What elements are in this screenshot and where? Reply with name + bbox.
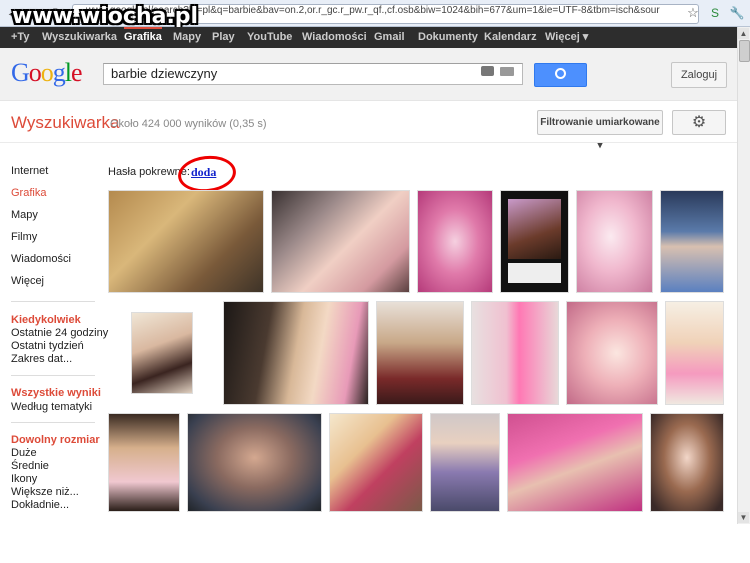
result-stats: Około 424 000 wyników (0,35 s) [110, 118, 267, 130]
size-filter-icon[interactable]: Ikony [11, 473, 37, 485]
image-thumbnail[interactable] [576, 190, 653, 293]
google-logo[interactable]: Google [11, 58, 83, 88]
settings-button[interactable]: ⚙ [672, 110, 726, 135]
time-filter-range[interactable]: Zakres dat... [11, 353, 72, 365]
image-thumbnail[interactable] [223, 301, 369, 405]
image-thumbnail[interactable] [187, 413, 322, 512]
sidebar-item-news[interactable]: Wiadomości [11, 253, 71, 265]
scrollbar[interactable] [737, 27, 750, 524]
wiocha-watermark: www.wiocha.pl [12, 4, 199, 29]
image-thumbnail[interactable] [131, 312, 193, 394]
image-thumbnail[interactable] [471, 301, 559, 405]
scroll-down-icon[interactable]: ▼ [738, 512, 749, 523]
image-thumbnail[interactable] [108, 413, 180, 512]
gbar-item-docs[interactable]: Dokumenty [418, 27, 478, 48]
time-filter-24h[interactable]: Ostatnie 24 godziny [11, 327, 108, 339]
gbar-item-youtube[interactable]: YouTube [247, 27, 292, 48]
image-thumbnail[interactable] [430, 413, 500, 512]
gbar-item-maps[interactable]: Mapy [173, 27, 201, 48]
image-thumbnail[interactable] [660, 190, 724, 293]
size-filter-exact[interactable]: Dokładnie... [11, 499, 69, 511]
keyboard-icon[interactable] [500, 67, 514, 76]
image-thumbnail[interactable] [650, 413, 724, 512]
image-thumbnail[interactable] [500, 190, 569, 293]
skype-icon[interactable]: S [705, 3, 725, 23]
sidebar-item-web[interactable]: Internet [11, 165, 48, 177]
image-thumbnail[interactable] [417, 190, 493, 293]
divider [0, 142, 737, 143]
sidebar-item-videos[interactable]: Filmy [11, 231, 37, 243]
gbar-item-images[interactable]: Grafika [124, 27, 162, 48]
time-filter-week[interactable]: Ostatni tydzień [11, 340, 84, 352]
size-filter-heading[interactable]: Dowolny rozmiar [11, 434, 100, 446]
size-filter-large[interactable]: Duże [11, 447, 37, 459]
gbar-item-news[interactable]: Wiadomości [302, 27, 367, 48]
gbar-item-calendar[interactable]: Kalendarz [484, 27, 537, 48]
size-filter-larger-than[interactable]: Większe niż... [11, 486, 79, 498]
gbar-item-plus[interactable]: +Ty [11, 27, 29, 48]
scroll-up-icon[interactable]: ▲ [738, 28, 749, 39]
image-thumbnail[interactable] [507, 413, 643, 512]
sidebar-item-more[interactable]: Więcej [11, 275, 44, 287]
sidebar-item-maps[interactable]: Mapy [11, 209, 38, 221]
magnifier-icon [555, 68, 566, 79]
time-filter-heading[interactable]: Kiedykolwiek [11, 314, 81, 326]
red-circle-annotation [176, 153, 238, 195]
sidebar-divider [11, 422, 95, 423]
size-filter-medium[interactable]: Średnie [11, 460, 49, 472]
search-input[interactable]: barbie dziewczyny [111, 66, 217, 81]
gbar-item-more[interactable]: Więcej ▾ [545, 27, 588, 48]
gbar-item-search[interactable]: Wyszukiwarka [42, 27, 117, 48]
image-thumbnail[interactable] [108, 190, 264, 293]
image-thumbnail[interactable] [665, 301, 724, 405]
results-filter-topic[interactable]: Według tematyki [11, 401, 92, 413]
scroll-thumb[interactable] [739, 40, 750, 62]
results-filter-heading[interactable]: Wszystkie wyniki [11, 387, 101, 399]
camera-icon[interactable] [481, 66, 494, 76]
gbar-item-gmail[interactable]: Gmail [374, 27, 405, 48]
sidebar-item-images[interactable]: Grafika [11, 187, 46, 199]
star-icon[interactable]: ☆ [683, 3, 703, 23]
safesearch-label: Filtrowanie umiarkowane [540, 117, 660, 128]
gbar-item-play[interactable]: Play [212, 27, 235, 48]
safesearch-dropdown[interactable]: Filtrowanie umiarkowane ▾ [537, 110, 663, 151]
image-thumbnail[interactable] [329, 413, 423, 512]
sidebar-divider [11, 301, 95, 302]
signin-button[interactable]: Zaloguj [671, 62, 727, 88]
image-thumbnail[interactable] [566, 301, 658, 405]
sidebar-divider [11, 375, 95, 376]
wrench-icon[interactable]: 🔧 [727, 3, 747, 23]
image-thumbnail[interactable] [271, 190, 410, 293]
image-thumbnail[interactable] [376, 301, 464, 405]
section-title: Wyszukiwarka [11, 113, 120, 132]
gear-icon: ⚙ [691, 114, 707, 131]
